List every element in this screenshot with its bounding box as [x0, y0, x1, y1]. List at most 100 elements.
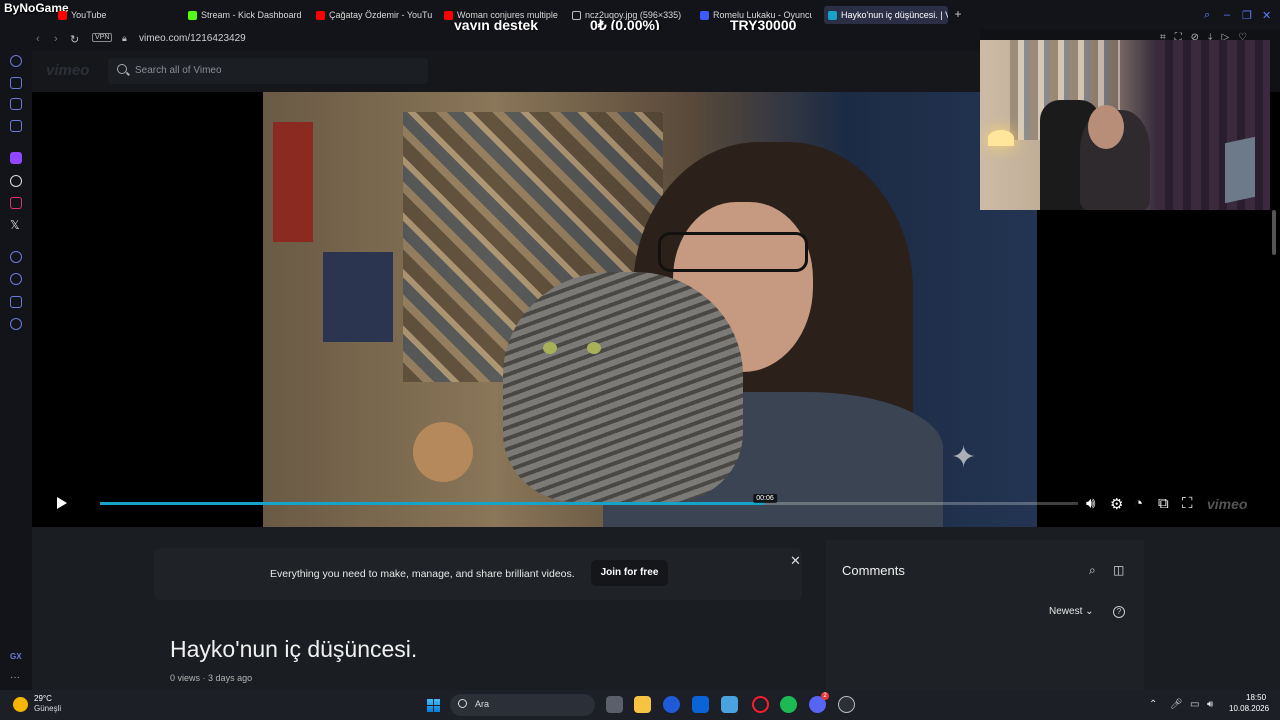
restore-icon[interactable]: ❐ — [1242, 9, 1252, 22]
instagram-icon[interactable] — [10, 197, 22, 209]
comments-heading: Comments — [842, 563, 905, 578]
sort-label: Newest — [1049, 606, 1083, 617]
search-comments-icon[interactable]: ⌕ — [1089, 563, 1096, 578]
url-field[interactable]: vimeo.com/1216423429 — [139, 33, 246, 44]
speed-dial-icon[interactable] — [10, 55, 22, 67]
tab-label: YouTube — [71, 10, 107, 20]
sun-icon[interactable] — [13, 697, 28, 712]
discord-badge: 2 — [821, 692, 829, 700]
lamp — [988, 130, 1014, 146]
player-icon[interactable] — [10, 251, 22, 263]
fullscreen-icon[interactable]: ⛶ — [1182, 495, 1193, 512]
chevron-up-icon[interactable]: ⌃ — [1149, 699, 1157, 710]
join-for-free-button[interactable]: Join for free — [591, 560, 668, 586]
movie-poster — [323, 252, 393, 342]
chevron-down-icon: ⌄ — [1085, 606, 1094, 617]
fm-icon — [700, 10, 709, 20]
weather-desc[interactable]: Güneşli — [34, 704, 61, 713]
vimeo-header: vimeo Search all of Vimeo — [32, 50, 980, 92]
search-input[interactable]: Search all of Vimeo — [108, 58, 428, 84]
streamer-webcam — [980, 40, 1270, 210]
taskbar-search-label: Ara — [475, 699, 490, 709]
tab-label: Stream - Kick Dashboard — [201, 10, 302, 20]
start-button[interactable] — [426, 698, 441, 713]
task-view-icon[interactable] — [606, 696, 623, 713]
help-icon[interactable]: ? — [1113, 606, 1125, 618]
lock-icon[interactable]: 🔒︎ — [122, 33, 127, 44]
speed-icon[interactable]: ◔ — [1134, 495, 1143, 512]
history-icon[interactable] — [10, 273, 22, 285]
ea-app-icon[interactable] — [663, 696, 680, 713]
tab-kick-dashboard[interactable]: Stream - Kick Dashboard — [188, 6, 310, 24]
back-icon[interactable]: ‹ — [36, 33, 40, 45]
glasses — [658, 232, 808, 272]
promo-text: Everything you need to make, manage, and… — [270, 568, 575, 580]
twitch-icon[interactable] — [10, 152, 22, 164]
teddy-bear — [413, 422, 473, 482]
pip-icon[interactable]: ⧉ — [1158, 495, 1169, 512]
clock-time[interactable]: 18:50 — [1246, 693, 1266, 702]
video-meta: 0 views · 3 days ago — [170, 673, 252, 683]
gx-corner-icon[interactable] — [10, 98, 22, 110]
gx-label: GX — [10, 652, 22, 661]
search-icon — [458, 699, 467, 708]
display-icon[interactable]: ▭ — [1190, 699, 1199, 710]
weather-temp[interactable]: 29°C — [34, 694, 52, 703]
collapse-panel-icon[interactable]: ◫ — [1113, 563, 1124, 577]
photos-icon[interactable] — [721, 696, 738, 713]
vimeo-logo[interactable]: vimeo — [46, 62, 89, 79]
cat-eye — [587, 342, 601, 354]
clock-date[interactable]: 10.08.2026 — [1229, 704, 1269, 713]
x-twitter-icon[interactable]: 𝕏 — [10, 219, 22, 231]
tab-cagatay-ozdemir[interactable]: Çağatay Özdemir - YouTube — [316, 6, 432, 24]
minimize-icon[interactable]: – — [1224, 9, 1230, 21]
cat-eye — [543, 342, 557, 354]
youtube-icon — [444, 10, 453, 20]
vpn-badge[interactable]: VPN — [92, 33, 113, 42]
play-button[interactable] — [57, 497, 67, 509]
windows-taskbar: 29°C Güneşli Ara 2 ⌃ 🎤︎ ▭ 🔊︎ 18:50 10.08… — [0, 690, 1280, 720]
outlook-icon[interactable] — [692, 696, 709, 713]
search-icon — [117, 64, 127, 74]
video-title: Hayko'nun iç düşüncesi. — [170, 636, 418, 662]
meta-separator: · — [202, 673, 206, 683]
discord-icon[interactable] — [10, 175, 22, 187]
reload-icon[interactable]: ↻ — [70, 33, 79, 46]
close-window-icon[interactable]: ✕ — [1262, 9, 1271, 22]
more-icon[interactable]: ··· — [10, 672, 20, 683]
settings-icon[interactable] — [10, 318, 22, 330]
page-scrollbar[interactable] — [1272, 210, 1276, 255]
settings-gear-icon[interactable]: ⚙ — [1110, 495, 1123, 513]
opera-gx-icon[interactable] — [752, 696, 769, 713]
tab-label: Hayko'nun iç düşüncesi. | V — [841, 10, 948, 20]
youtube-icon — [58, 10, 67, 20]
volume-icon[interactable]: 🔊︎ — [1086, 495, 1095, 512]
player-controls: 00:06 🔊︎ ⚙ ◔ ⧉ ⛶ vimeo — [32, 490, 1280, 520]
youtube-icon — [316, 10, 325, 20]
vimeo-watermark[interactable]: vimeo — [1207, 496, 1247, 512]
extensions-icon[interactable] — [10, 296, 22, 308]
file-icon — [572, 10, 581, 20]
tab-label: Çağatay Özdemir - YouTube — [329, 10, 432, 20]
speaker-icon[interactable]: 🔊︎ — [1207, 699, 1213, 710]
aria-icon[interactable] — [10, 120, 22, 132]
close-promo-icon[interactable]: ✕ — [790, 553, 801, 569]
sort-dropdown[interactable]: Newest ⌄ — [1049, 606, 1094, 617]
sparkle-icon: ✦ — [951, 441, 977, 474]
progress-bar[interactable]: 00:06 — [100, 494, 1078, 505]
spotify-icon[interactable] — [780, 696, 797, 713]
taskbar-search[interactable]: Ara — [450, 694, 595, 716]
progress-fill — [100, 502, 766, 505]
movie-poster — [273, 122, 313, 242]
obs-icon[interactable] — [838, 696, 855, 713]
gx-control-icon[interactable] — [10, 77, 22, 89]
microphone-icon[interactable]: 🎤︎ — [1170, 699, 1183, 710]
forward-icon[interactable]: › — [54, 33, 58, 45]
file-explorer-icon[interactable] — [634, 696, 651, 713]
new-tab-button[interactable]: + — [952, 8, 964, 20]
search-tabs-icon[interactable]: ⌕ — [1204, 9, 1210, 22]
video-frame[interactable]: ✦ — [263, 92, 1037, 527]
tab-vimeo-active[interactable]: Hayko'nun iç düşüncesi. | V — [824, 6, 948, 24]
tabby-cat — [503, 272, 743, 502]
tab-youtube[interactable]: YouTube — [58, 6, 178, 24]
